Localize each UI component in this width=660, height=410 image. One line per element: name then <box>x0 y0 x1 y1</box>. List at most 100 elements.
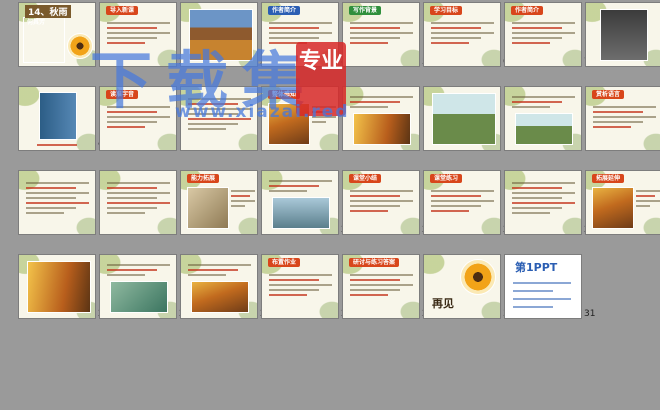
text-line <box>431 37 482 39</box>
slide-thumbnail[interactable]: 研讨与练习答案 <box>342 254 420 319</box>
text-line <box>107 106 170 108</box>
slide-thumbnail[interactable]: 14、秋雨 何其芳 <box>18 2 96 67</box>
text-line <box>512 187 563 189</box>
slide-text-lines <box>636 187 660 210</box>
text-line <box>512 42 550 44</box>
text-line <box>107 27 158 29</box>
slide-thumbnail[interactable]: 课堂小结 <box>342 170 420 235</box>
slide-thumbnail[interactable] <box>180 86 258 151</box>
text-line <box>26 192 89 194</box>
slide-thumbnail[interactable] <box>180 254 258 319</box>
slide-thumbnail[interactable] <box>342 86 420 151</box>
text-line <box>512 182 575 184</box>
text-line <box>350 96 413 98</box>
text-line <box>431 205 482 207</box>
text-line <box>269 32 332 34</box>
slide-thumbnail[interactable] <box>18 86 96 151</box>
slide-thumbnail[interactable] <box>18 170 96 235</box>
slide-thumbnail[interactable]: 作者简介 <box>504 2 582 67</box>
slide-thumbnail[interactable]: 读准字音 <box>99 86 177 151</box>
text-line <box>350 279 401 281</box>
slide-number: 31 <box>584 309 596 319</box>
slide-thumbnail[interactable]: 写作背景 <box>342 2 420 67</box>
slide-photo <box>600 9 648 61</box>
slide-thumbnail[interactable]: 能力拓展 <box>180 170 258 235</box>
text-line <box>107 182 170 184</box>
slide-text-lines <box>269 19 332 47</box>
slide-thumbnail[interactable] <box>504 86 582 151</box>
text-line <box>312 106 336 108</box>
slide-text-lines <box>431 187 494 215</box>
slide-thumbnail[interactable]: 第1PPT <box>504 254 582 319</box>
slide-thumbnail[interactable] <box>99 170 177 235</box>
slide-thumbnail[interactable]: 导入新课 <box>99 2 177 67</box>
text-line <box>350 27 401 29</box>
slide-photo <box>515 113 573 145</box>
slide-title: 整体感知 <box>268 90 301 99</box>
text-line <box>593 106 656 108</box>
text-line <box>269 22 332 24</box>
text-line <box>107 187 158 189</box>
slide-text-lines <box>107 179 170 217</box>
text-line <box>512 32 575 34</box>
text-line <box>269 37 320 39</box>
slide-thumbnail[interactable]: 赏析语言 <box>585 86 660 151</box>
text-line <box>593 126 631 128</box>
text-line <box>107 32 170 34</box>
text-line <box>431 195 482 197</box>
text-line <box>37 144 77 146</box>
text-line <box>636 205 651 207</box>
slide-thumbnail[interactable] <box>504 170 582 235</box>
text-line <box>188 128 226 130</box>
text-line <box>593 111 644 113</box>
slide-photo <box>268 103 310 145</box>
slide-text-lines <box>269 177 332 195</box>
slide-thumbnail[interactable] <box>18 254 96 319</box>
slide-thumbnail[interactable]: 整体感知 <box>261 86 339 151</box>
slide-title: 作者简介 <box>511 6 544 15</box>
text-line <box>512 27 563 29</box>
text-line <box>636 200 660 202</box>
slide-thumbnail[interactable]: 课堂练习 <box>423 170 501 235</box>
slide-text-lines <box>350 93 413 111</box>
text-line <box>350 200 413 202</box>
text-line <box>431 22 494 24</box>
slide-thumbnail[interactable]: 再见 <box>423 254 501 319</box>
slide-thumbnail[interactable]: 拓展延伸 <box>585 170 660 235</box>
text-line <box>636 195 656 197</box>
slide-thumbnail[interactable] <box>180 2 258 67</box>
slide-thumbnail[interactable]: 作者简介 <box>261 2 339 67</box>
slide-thumbnail[interactable] <box>99 254 177 319</box>
slide-title: 导入新课 <box>106 6 139 15</box>
slide-text-lines <box>269 271 332 299</box>
slide-text-lines <box>512 93 575 111</box>
slide-thumbnail[interactable]: 布置作业 <box>261 254 339 319</box>
text-line <box>269 180 332 182</box>
text-line <box>26 197 77 199</box>
text-line <box>107 202 170 204</box>
slide-photo <box>27 261 91 313</box>
slide-text-lines <box>188 95 251 133</box>
slide-thumbnail[interactable]: 学习目标 <box>423 2 501 67</box>
text-line <box>312 121 327 123</box>
cover-author: 何其芳 <box>27 19 46 26</box>
text-line <box>26 187 77 189</box>
text-line <box>269 274 332 276</box>
slide-text-lines <box>512 19 575 47</box>
text-line <box>107 207 158 209</box>
slide-title: 赏析语言 <box>592 90 625 99</box>
text-line <box>431 27 482 29</box>
slide-title: 布置作业 <box>268 258 301 267</box>
text-line <box>269 279 320 281</box>
text-line <box>269 42 307 44</box>
slide-thumbnail[interactable] <box>585 2 660 67</box>
text-line <box>107 264 170 266</box>
slide-thumbnail[interactable] <box>423 86 501 151</box>
text-line <box>350 195 401 197</box>
text-line <box>636 190 660 192</box>
slide-photo <box>432 93 496 145</box>
slide-thumbnail[interactable] <box>261 170 339 235</box>
slide-text-lines <box>26 179 89 217</box>
text-line <box>269 27 320 29</box>
slide-title: 课堂小结 <box>349 174 382 183</box>
